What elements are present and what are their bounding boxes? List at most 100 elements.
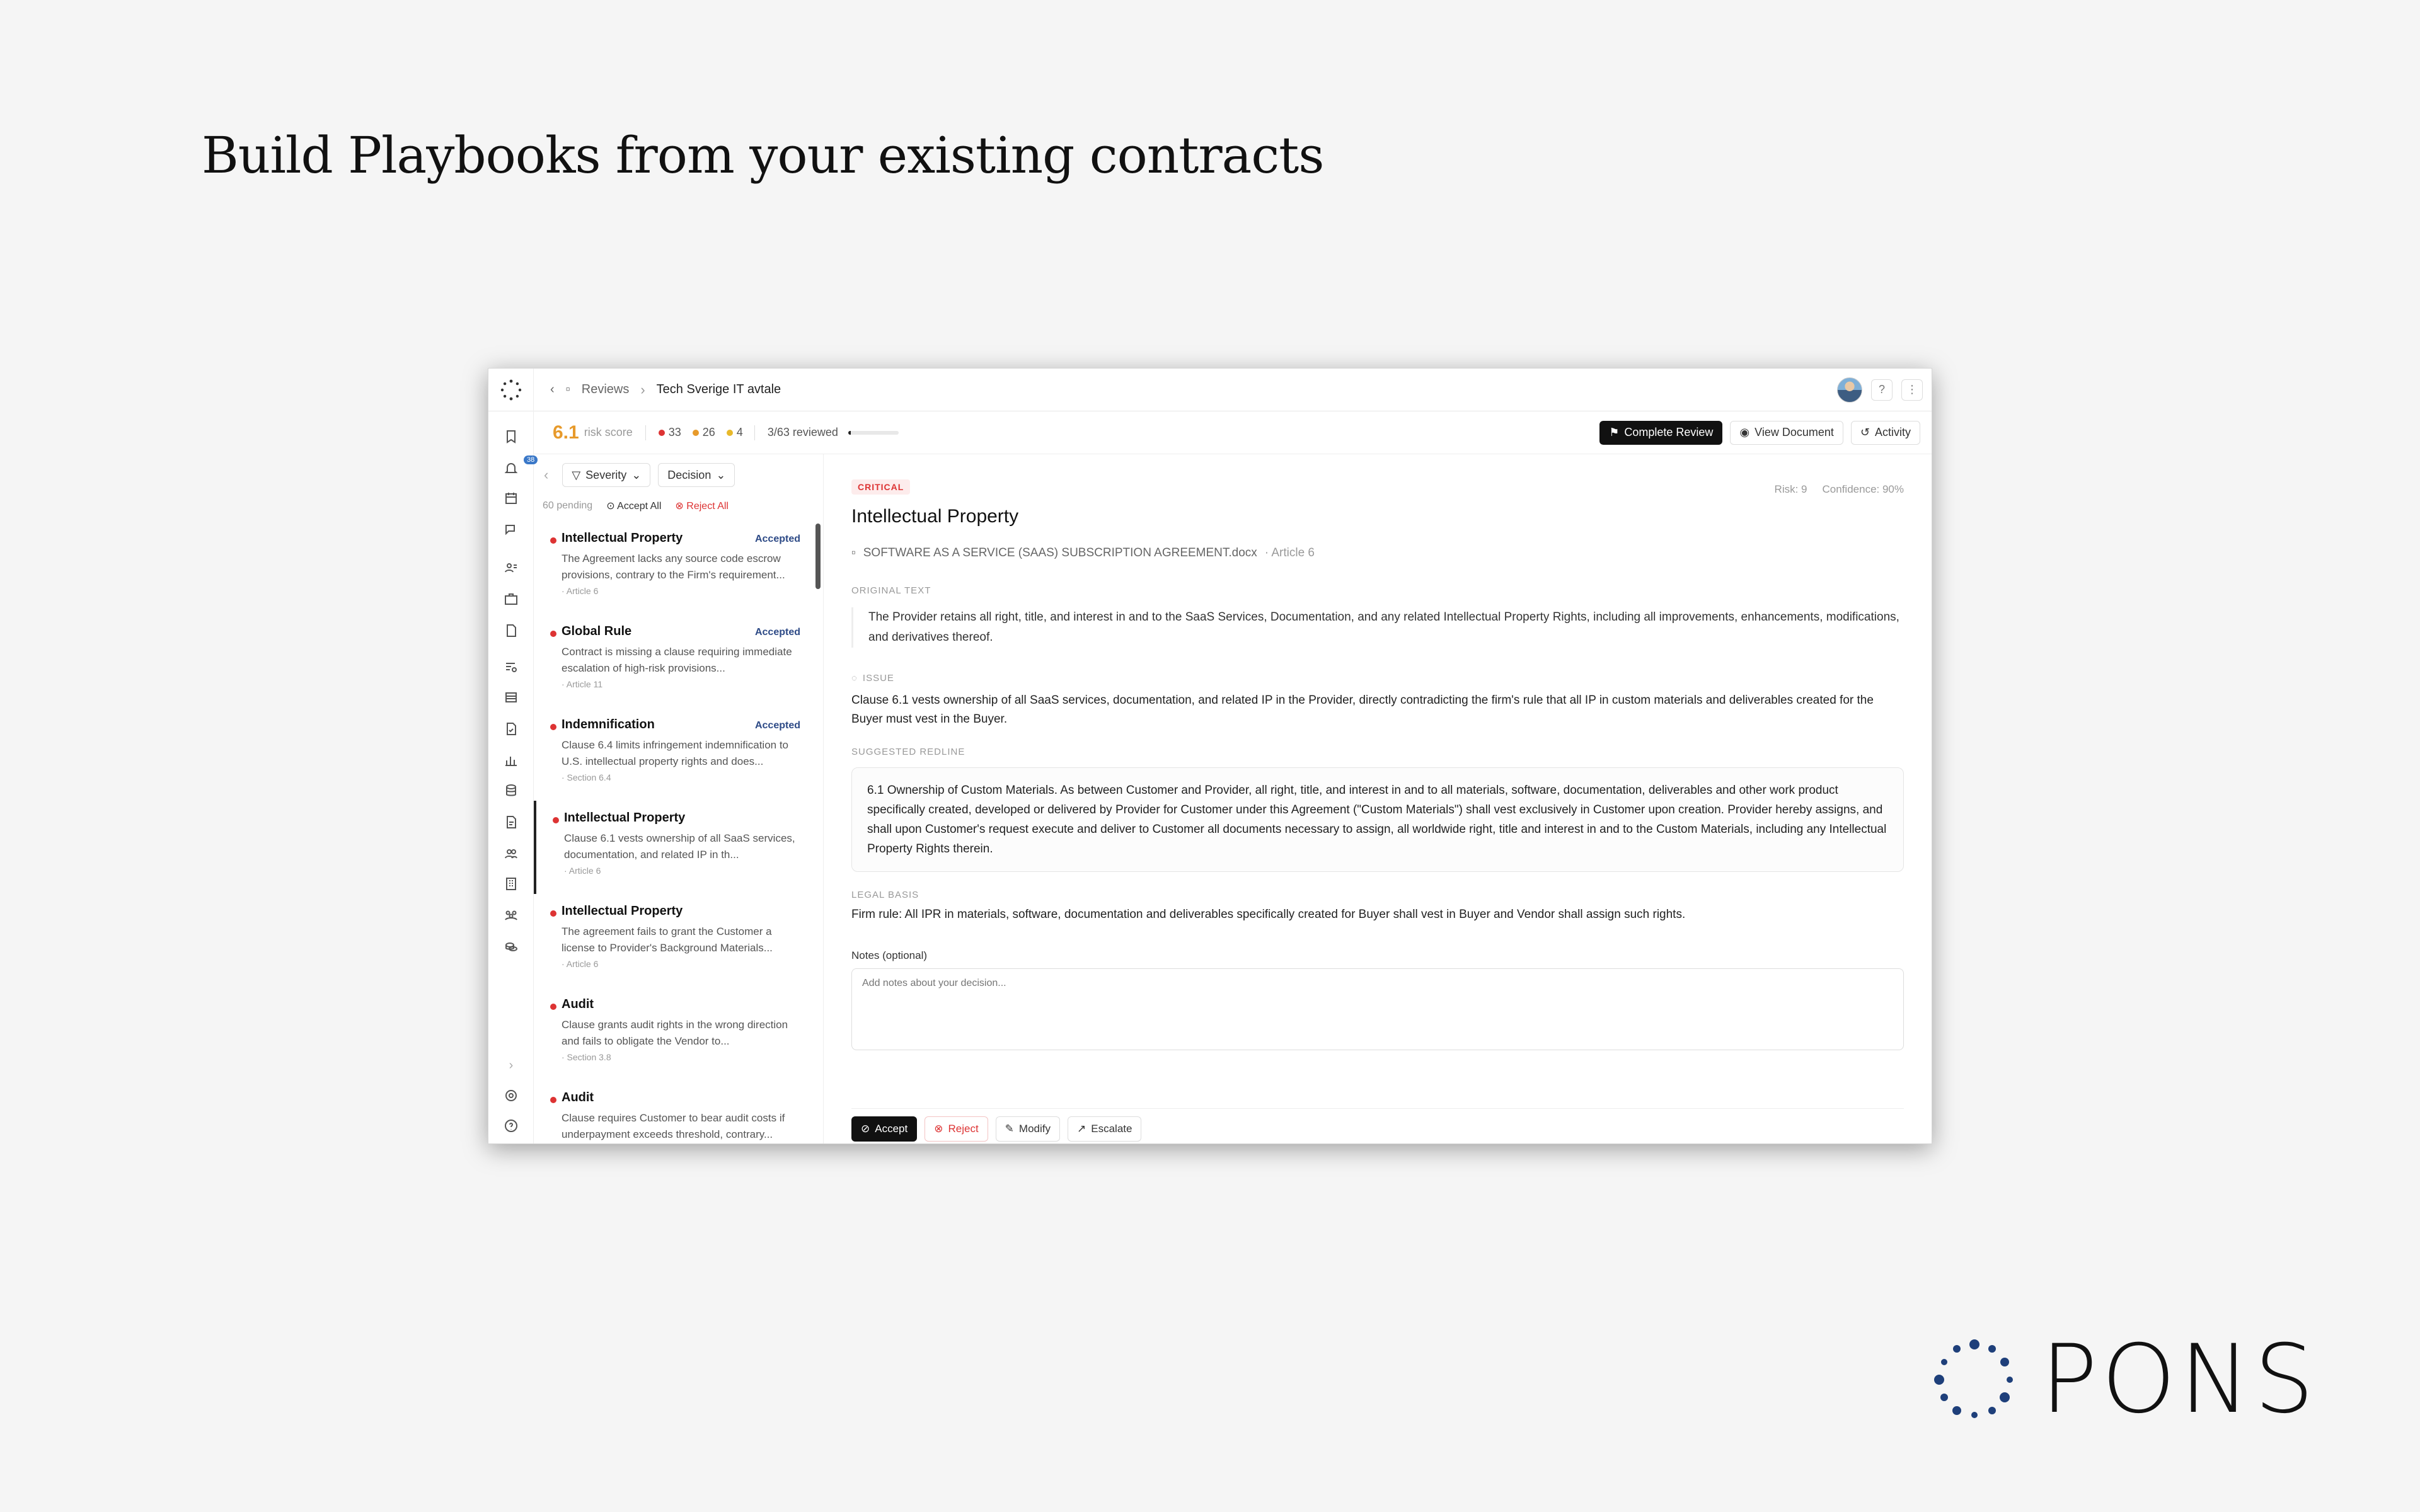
help-circle-icon[interactable] xyxy=(502,1117,520,1135)
coins-icon[interactable] xyxy=(502,938,520,956)
back-chevron-icon[interactable]: ‹ xyxy=(550,382,555,397)
chevron-right-icon: › xyxy=(640,381,645,398)
view-document-button[interactable]: ◉ View Document xyxy=(1730,420,1843,445)
original-text: The Provider retains all right, title, a… xyxy=(851,607,1904,648)
flag-icon: ⚑ xyxy=(1609,426,1620,438)
help-icon[interactable]: ? xyxy=(1871,379,1893,401)
low-risk-count: 4 xyxy=(726,426,743,439)
issue-text: Clause 6.1 vests ownership of all SaaS s… xyxy=(851,694,1874,726)
user-avatar[interactable] xyxy=(1837,377,1862,403)
list-item[interactable]: Indemnification Accepted Clause 6.4 limits… xyxy=(534,707,823,801)
list-item[interactable]: Intellectual Property Accepted The Agreeme… xyxy=(534,521,823,614)
list-item[interactable]: Global Rule Accepted Contract is missing a… xyxy=(534,614,823,707)
reject-all-label: Reject All xyxy=(686,501,729,512)
severity-dot-icon xyxy=(550,1097,556,1103)
search-list-icon[interactable] xyxy=(502,658,520,676)
list-item-selected[interactable]: Intellectual Property Clause 6.1 vests ow… xyxy=(534,801,823,894)
high-count-text: 33 xyxy=(668,426,681,438)
item-desc: Clause requires Customer to bear audit c… xyxy=(562,1112,785,1140)
medium-dot-icon xyxy=(692,429,699,436)
severity-dot-icon xyxy=(550,724,556,730)
users-icon[interactable] xyxy=(502,845,520,862)
chevron-down-icon: ⌄ xyxy=(631,468,642,481)
review-progress-fill xyxy=(848,430,851,435)
item-ref: · Article 6 xyxy=(562,586,599,596)
medium-count-text: 26 xyxy=(702,426,715,438)
notes-label: Notes (optional) xyxy=(851,949,928,961)
notes-input[interactable] xyxy=(851,968,1904,1050)
accept-all-button[interactable]: ⊙ Accept All xyxy=(606,500,661,512)
bookmark-icon[interactable] xyxy=(502,428,520,445)
document-check-icon[interactable] xyxy=(502,720,520,738)
item-title: Audit xyxy=(562,1091,594,1104)
app-logo[interactable] xyxy=(488,369,534,411)
pending-count: 60 pending xyxy=(543,500,593,511)
escalate-label: Escalate xyxy=(1091,1123,1132,1135)
item-desc: Clause 6.1 vests ownership of all SaaS s… xyxy=(564,832,795,861)
low-count-text: 4 xyxy=(736,426,743,438)
confidence-value: Confidence: 90% xyxy=(1822,483,1904,495)
pons-brand-icon xyxy=(1934,1339,2013,1418)
document-list-icon[interactable] xyxy=(502,813,520,831)
reject-label: Reject xyxy=(948,1123,979,1135)
expand-chevron-icon[interactable]: › xyxy=(502,1057,520,1074)
reject-button[interactable]: ⊗ Reject xyxy=(925,1116,988,1142)
item-desc: The Agreement lacks any source code escr… xyxy=(562,553,785,581)
complete-review-button[interactable]: ⚑ Complete Review xyxy=(1599,420,1723,445)
more-vertical-icon[interactable]: ⋮ xyxy=(1901,379,1923,401)
brand-name: PONS xyxy=(2041,1325,2318,1435)
severity-dot-icon xyxy=(550,631,556,637)
accept-label: Accept xyxy=(875,1123,908,1135)
filter-icon: ▽ xyxy=(572,468,581,481)
status-badge: Accepted xyxy=(754,534,800,544)
modify-button[interactable]: ✎ Modify xyxy=(995,1116,1060,1142)
severity-filter[interactable]: ▽ Severity ⌄ xyxy=(562,463,651,487)
team-icon[interactable] xyxy=(502,907,520,924)
pons-logo-icon xyxy=(500,379,521,400)
status-badge: Accepted xyxy=(754,720,800,731)
risk-score-label: risk score xyxy=(584,426,633,438)
database-icon[interactable] xyxy=(502,782,520,799)
decision-filter[interactable]: Decision ⌄ xyxy=(658,463,735,487)
file-icon[interactable] xyxy=(502,622,520,639)
calendar-icon[interactable] xyxy=(502,490,520,507)
chat-icon[interactable] xyxy=(502,521,520,539)
brand-logo: PONS xyxy=(1933,1332,2318,1427)
item-desc: Clause grants audit rights in the wrong … xyxy=(562,1019,788,1047)
source-article: · Article 6 xyxy=(1264,546,1315,559)
bar-chart-icon[interactable] xyxy=(502,752,520,769)
escalate-button[interactable]: ↗ Escalate xyxy=(1068,1116,1142,1142)
collapse-chevron-icon[interactable]: ‹ xyxy=(544,467,548,483)
file-icon: ▫ xyxy=(851,546,856,559)
list-item[interactable]: Intellectual Property The agreement fails… xyxy=(534,894,823,987)
gear-icon[interactable] xyxy=(502,1087,520,1104)
list-item[interactable]: Audit Clause grants audit rights in the w… xyxy=(534,987,823,1080)
reject-all-button[interactable]: ⊗ Reject All xyxy=(675,500,729,512)
item-desc: Clause 6.4 limits infringement indemnifi… xyxy=(562,739,789,767)
accept-all-label: Accept All xyxy=(617,501,662,512)
chevron-down-icon: ⌄ xyxy=(716,468,726,481)
accept-button[interactable]: ⊘ Accept xyxy=(851,1116,918,1142)
item-title: Intellectual Property xyxy=(564,811,686,825)
legal-basis-label: LEGAL BASIS xyxy=(851,890,919,900)
breadcrumb-reviews[interactable]: Reviews xyxy=(582,382,630,397)
list-item[interactable]: Audit Clause requires Customer to bear au… xyxy=(534,1080,823,1143)
briefcase-icon[interactable] xyxy=(502,590,520,608)
item-ref: · Article 6 xyxy=(564,866,601,876)
info-circle-icon: ◌ xyxy=(851,673,858,684)
source-doc-name[interactable]: SOFTWARE AS A SERVICE (SAAS) SUBSCRIPTIO… xyxy=(863,546,1257,560)
item-ref: · Article 11 xyxy=(562,679,603,689)
bell-icon[interactable]: 38 xyxy=(502,455,538,477)
building-icon[interactable] xyxy=(502,875,520,893)
contacts-icon[interactable] xyxy=(502,559,520,576)
history-icon: ↺ xyxy=(1860,426,1870,438)
scrollbar-thumb[interactable] xyxy=(815,524,821,589)
table-icon[interactable] xyxy=(502,689,520,706)
risk-score-value: 6.1 xyxy=(553,421,579,443)
activity-button[interactable]: ↺ Activity xyxy=(1850,420,1920,445)
suggested-redline: 6.1 Ownership of Custom Materials. As be… xyxy=(851,767,1904,872)
item-ref: · Section 6.4 xyxy=(562,772,611,782)
reviewed-count: 3/63 reviewed xyxy=(767,426,838,438)
status-badge: Accepted xyxy=(754,627,800,638)
severity-dot-icon xyxy=(550,537,556,544)
